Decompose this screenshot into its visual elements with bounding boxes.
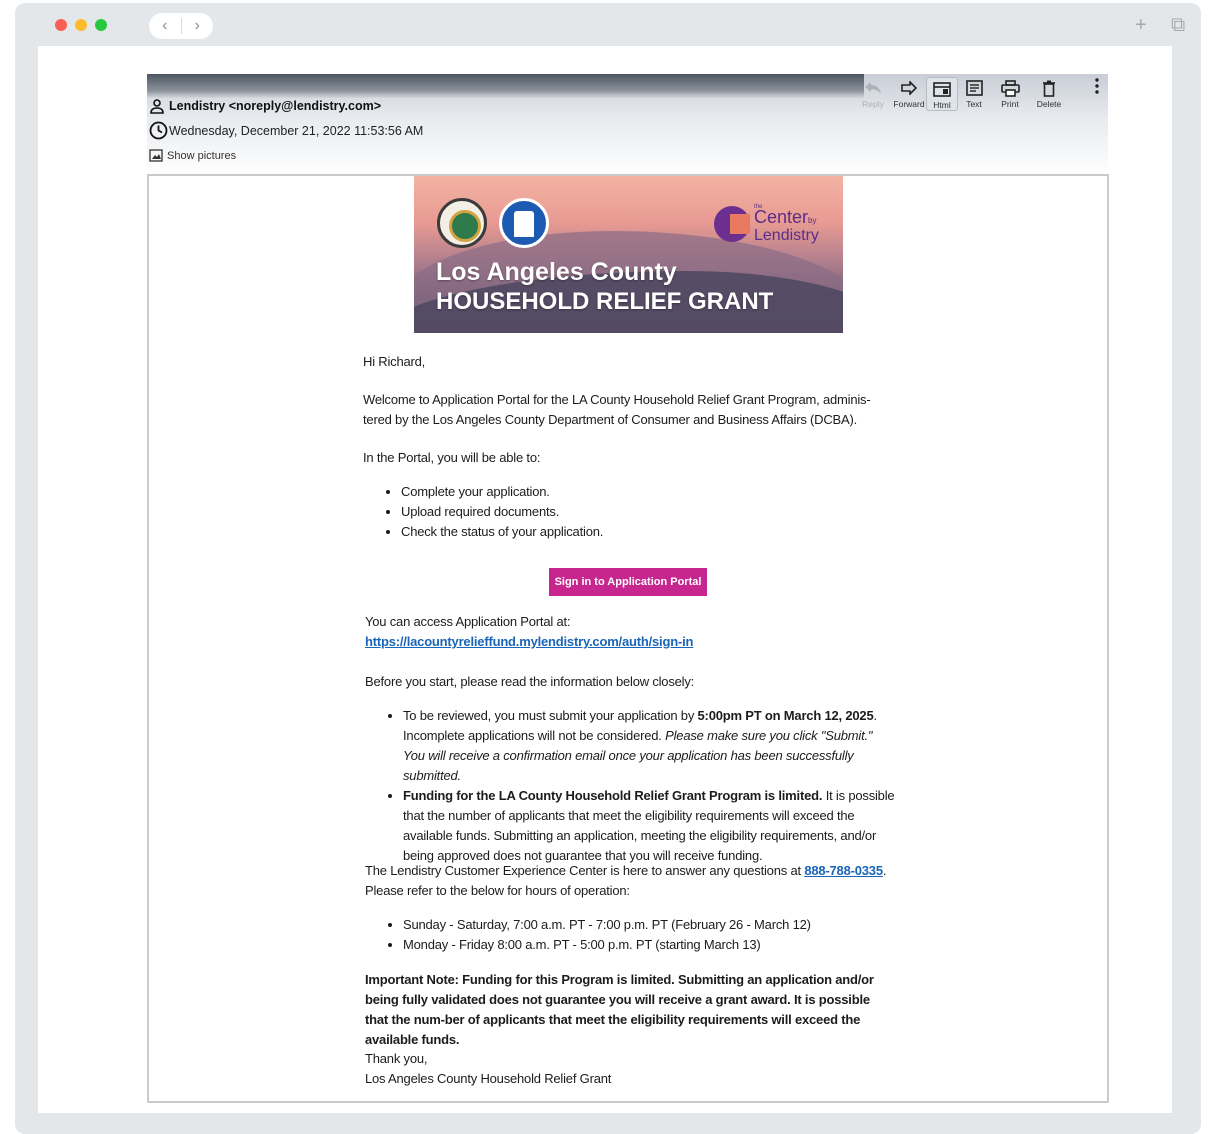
html-view-icon <box>933 78 951 100</box>
reply-label: Reply <box>862 99 884 109</box>
trash-icon <box>1042 77 1056 99</box>
important-note: Important Note: Funding for this Program… <box>365 970 895 1050</box>
text-view-icon <box>965 77 983 99</box>
maximize-window-button[interactable] <box>95 19 107 31</box>
forward-icon <box>900 77 918 99</box>
text-view-button[interactable]: Text <box>957 77 991 111</box>
html-view-button[interactable]: Html <box>926 77 958 111</box>
welcome-text: Welcome to Application Portal for the LA… <box>363 392 871 427</box>
access-paragraph: You can access Application Portal at: ht… <box>365 612 895 652</box>
close-window-button[interactable] <box>55 19 67 31</box>
new-tab-button[interactable]: + <box>1135 15 1147 35</box>
support-text-a: The Lendistry Customer Experience Center… <box>365 863 805 878</box>
tab-overview-button[interactable]: ⧉ <box>1171 15 1185 35</box>
window-controls <box>55 19 107 31</box>
reply-icon <box>864 77 882 99</box>
delete-label: Delete <box>1036 99 1062 109</box>
funding-limited-heading: Funding for the LA County Household Reli… <box>403 788 823 803</box>
delete-button[interactable]: Delete <box>1029 77 1069 111</box>
print-label: Print <box>1001 99 1019 109</box>
clock-icon <box>149 121 168 140</box>
hero-title-line2: HOUSEHOLD RELIEF GRANT <box>436 288 774 315</box>
person-icon <box>149 98 165 114</box>
sender-row: Lendistry <noreply@lendistry.com> <box>149 98 381 114</box>
community-logo <box>499 198 549 248</box>
brand-center: Center <box>754 207 809 227</box>
portal-list: Complete your application. Upload requir… <box>363 482 893 542</box>
minimize-window-button[interactable] <box>75 19 87 31</box>
hero-banner: the Centerby Lendistry Los Angeles Count… <box>414 176 843 333</box>
sent-date: Wednesday, December 21, 2022 11:53:56 AM <box>169 123 424 138</box>
sender-address: Lendistry <noreply@lendistry.com> <box>169 99 382 113</box>
forward-mail-button[interactable]: Forward <box>890 77 928 111</box>
forward-label: Forward <box>893 99 925 109</box>
lendistry-mark-icon <box>714 205 750 242</box>
brand-wordmark: the Centerby Lendistry <box>754 204 819 244</box>
email-header: Lendistry <noreply@lendistry.com> Wednes… <box>147 74 1108 174</box>
back-button[interactable]: ‹ <box>149 13 181 39</box>
signoff-block: Thank you, Los Angeles County Household … <box>365 1049 895 1089</box>
brand-by: by <box>808 216 817 225</box>
sign-in-portal-button[interactable]: Sign in to Application Portal <box>549 568 707 596</box>
chevron-left-icon: ‹ <box>162 17 168 34</box>
access-text: You can access Application Portal at: <box>365 614 571 629</box>
message-body: the Centerby Lendistry Los Angeles Count… <box>147 174 1109 1103</box>
text-label: Text <box>966 99 982 109</box>
deadline-date: 5:00pm PT on March 12, 2025 <box>697 708 874 723</box>
show-pictures-label: Show pictures <box>167 149 237 162</box>
list-item: Upload required documents. <box>401 502 893 522</box>
signoff-text: Thank you, <box>365 1051 428 1066</box>
list-item: Complete your application. <box>401 482 893 502</box>
county-seal-logo <box>437 198 487 248</box>
copy-icon: ⧉ <box>1171 14 1186 36</box>
greeting-text: Hi Richard, <box>363 354 426 369</box>
list-item: Monday - Friday 8:00 a.m. PT - 5:00 p.m.… <box>403 935 895 955</box>
signature-text: Los Angeles County Household Relief Gran… <box>365 1071 612 1086</box>
support-phone-link[interactable]: 888-788-0335 <box>804 863 883 878</box>
list-item: Sunday - Saturday, 7:00 a.m. PT - 7:00 p… <box>403 915 895 935</box>
header-bar <box>147 74 864 98</box>
important-note-text: Important Note: Funding for this Program… <box>365 972 874 1047</box>
list-item: To be reviewed, you must submit your app… <box>403 706 895 786</box>
before-start-text: Before you start, please read the inform… <box>365 674 695 689</box>
hero-title-line1: Los Angeles County <box>436 258 677 286</box>
more-vertical-icon <box>1095 78 1099 94</box>
forward-button[interactable]: › <box>181 13 213 39</box>
portal-intro-text: In the Portal, you will be able to: <box>363 450 541 465</box>
hours-list: Sunday - Saturday, 7:00 a.m. PT - 7:00 p… <box>365 915 895 955</box>
sign-in-portal-label: Sign in to Application Portal <box>554 576 702 588</box>
greeting: Hi Richard, <box>363 352 893 372</box>
print-button[interactable]: Print <box>991 77 1029 111</box>
html-label: Html <box>933 100 951 110</box>
reply-button[interactable]: Reply <box>854 77 892 111</box>
printer-icon <box>1000 77 1020 99</box>
info-list: To be reviewed, you must submit your app… <box>365 706 895 866</box>
portal-intro: In the Portal, you will be able to: <box>363 448 893 468</box>
image-icon <box>149 149 163 162</box>
show-pictures-link[interactable]: Show pictures <box>149 149 236 162</box>
portal-url-link[interactable]: https://lacountyrelieffund.mylendistry.c… <box>365 634 693 649</box>
lendistry-brand-logo: the Centerby Lendistry <box>714 204 819 244</box>
deadline-text-a: To be reviewed, you must submit your app… <box>403 708 698 723</box>
support-paragraph: The Lendistry Customer Experience Center… <box>365 861 895 901</box>
date-row: Wednesday, December 21, 2022 11:53:56 AM <box>149 121 423 140</box>
before-start: Before you start, please read the inform… <box>365 672 895 692</box>
chevron-right-icon: › <box>194 17 200 34</box>
hero-title: Los Angeles County HOUSEHOLD RELIEF GRAN… <box>436 258 773 316</box>
plus-icon: + <box>1135 14 1147 36</box>
welcome-paragraph: Welcome to Application Portal for the LA… <box>363 390 893 430</box>
more-options-button[interactable] <box>1095 78 1099 97</box>
brand-lendistry: Lendistry <box>754 227 819 244</box>
page-content: Lendistry <noreply@lendistry.com> Wednes… <box>38 46 1172 1113</box>
history-nav: ‹ › <box>149 13 213 39</box>
list-item: Check the status of your application. <box>401 522 893 542</box>
list-item: Funding for the LA County Household Reli… <box>403 786 895 866</box>
